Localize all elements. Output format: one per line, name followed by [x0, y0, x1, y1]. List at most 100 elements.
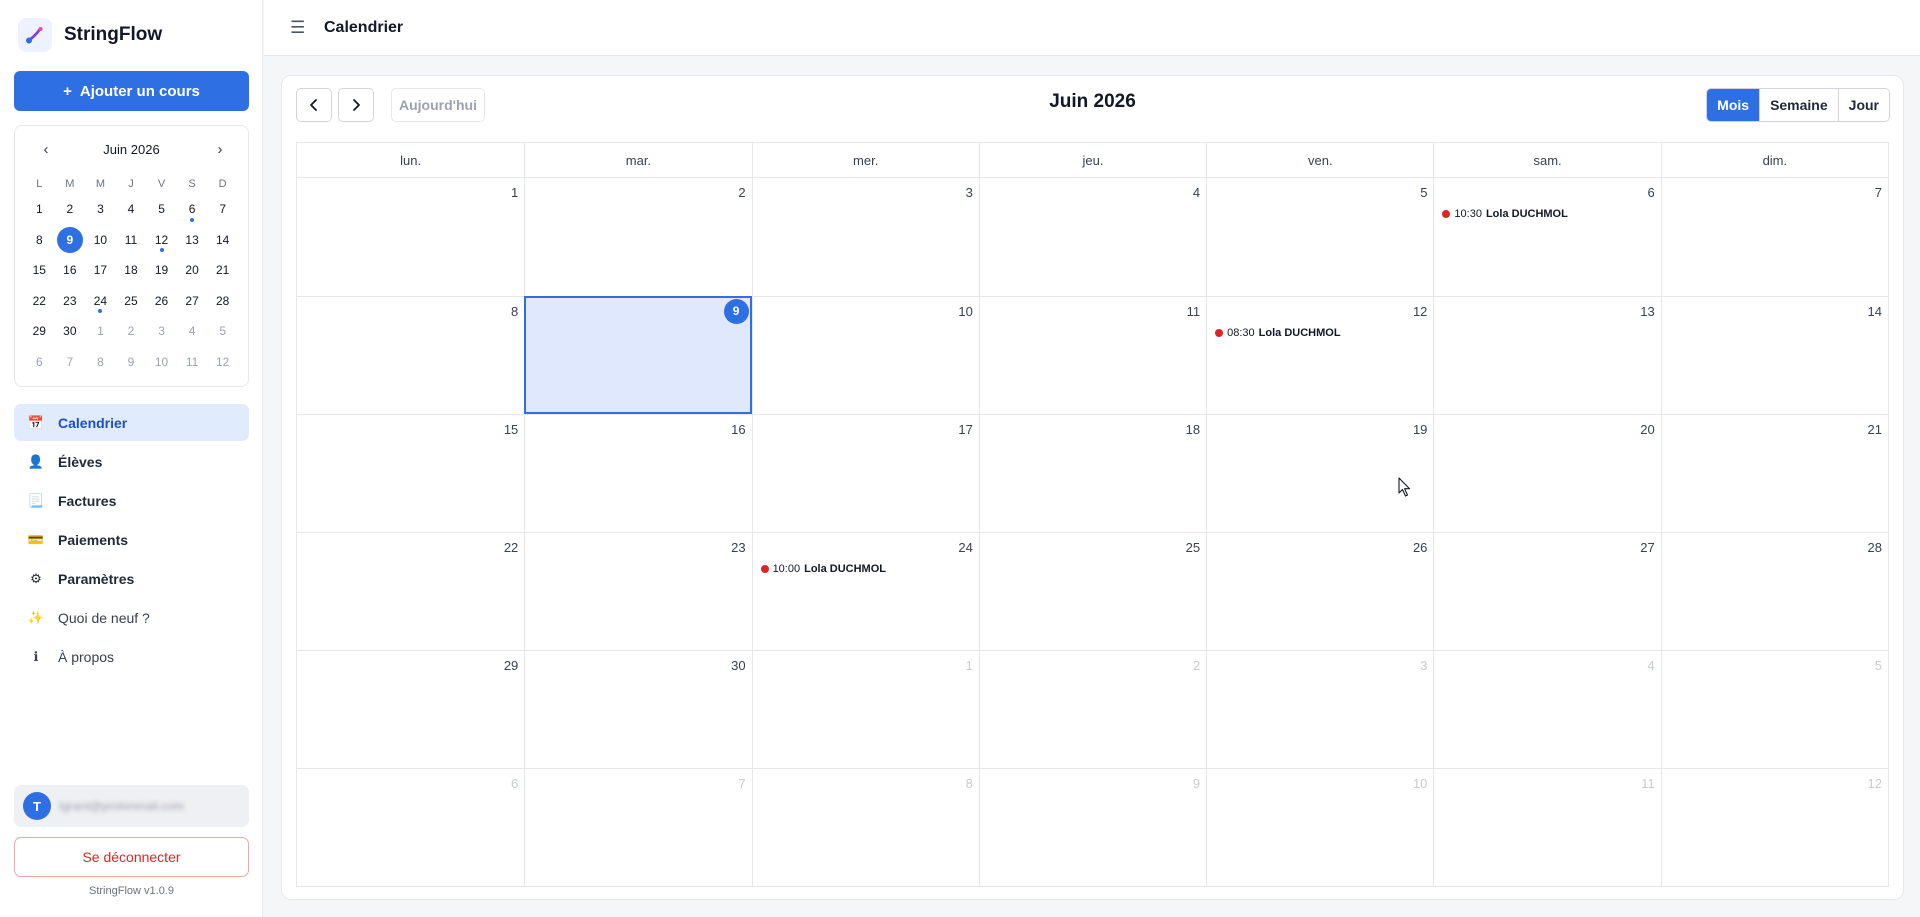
mini-day[interactable]: 17: [85, 255, 116, 286]
sidebar-item-factures[interactable]: 📃 Factures: [14, 482, 249, 519]
mini-day[interactable]: 11: [116, 225, 147, 256]
day-cell[interactable]: 24 10:00 Lola DUCHMOL: [751, 532, 979, 650]
mini-day[interactable]: 1: [85, 316, 116, 347]
day-cell[interactable]: 11: [978, 296, 1207, 414]
calendar-event[interactable]: 10:00 Lola DUCHMOL: [760, 563, 886, 575]
view-mois-button[interactable]: Mois: [1707, 89, 1760, 121]
day-cell[interactable]: 3: [1206, 650, 1434, 768]
prev-month-button[interactable]: [296, 88, 332, 122]
day-cell[interactable]: 18: [978, 414, 1207, 532]
mini-day[interactable]: 24: [85, 286, 116, 317]
day-cell[interactable]: 6: [297, 768, 525, 886]
day-cell[interactable]: 27: [1433, 532, 1661, 650]
mini-day[interactable]: 16: [55, 255, 86, 286]
mini-day[interactable]: 5: [207, 316, 238, 347]
mini-day[interactable]: 26: [146, 286, 177, 317]
day-cell[interactable]: 20: [1433, 414, 1661, 532]
mini-day[interactable]: 11: [177, 347, 208, 378]
day-cell[interactable]: 12: [1660, 768, 1888, 886]
add-lesson-button[interactable]: + Ajouter un cours: [14, 71, 249, 111]
day-cell-today[interactable]: 9: [524, 296, 752, 414]
mini-day[interactable]: 19: [146, 255, 177, 286]
sidebar-item-parametres[interactable]: ⚙ Paramètres: [14, 560, 249, 597]
mini-day[interactable]: 27: [177, 286, 208, 317]
mini-day[interactable]: 2: [55, 194, 86, 225]
day-cell[interactable]: 9: [978, 768, 1207, 886]
mini-day[interactable]: 8: [85, 347, 116, 378]
day-cell[interactable]: 7: [1660, 178, 1888, 296]
mini-day[interactable]: 7: [55, 347, 86, 378]
day-cell[interactable]: 30: [524, 650, 752, 768]
next-month-button[interactable]: [338, 88, 374, 122]
day-cell[interactable]: 15: [297, 414, 525, 532]
logout-button[interactable]: Se déconnecter: [14, 837, 249, 877]
mini-day[interactable]: 20: [177, 255, 208, 286]
day-cell[interactable]: 6 10:30 Lola DUCHMOL: [1433, 178, 1660, 296]
mini-day[interactable]: 8: [24, 225, 55, 256]
day-cell[interactable]: 3: [751, 178, 979, 296]
mini-calendar-next-icon[interactable]: ›: [210, 140, 230, 160]
mini-day[interactable]: 4: [177, 316, 208, 347]
day-cell[interactable]: 2: [978, 650, 1207, 768]
day-cell[interactable]: 25: [978, 532, 1207, 650]
calendar-event[interactable]: 08:30 Lola DUCHMOL: [1215, 327, 1341, 339]
mini-day[interactable]: 15: [24, 255, 55, 286]
mini-calendar-prev-icon[interactable]: ‹: [36, 140, 56, 160]
day-cell[interactable]: 28: [1660, 532, 1888, 650]
menu-icon[interactable]: ☰: [290, 18, 305, 38]
day-cell[interactable]: 2: [524, 178, 751, 296]
mini-day[interactable]: 30: [55, 316, 86, 347]
day-cell[interactable]: 4: [1433, 650, 1661, 768]
day-cell[interactable]: 8: [297, 296, 525, 414]
mini-day[interactable]: 1: [24, 194, 55, 225]
mini-day[interactable]: 22: [24, 286, 55, 317]
day-cell[interactable]: 19: [1206, 414, 1434, 532]
mini-day[interactable]: 6: [177, 194, 208, 225]
mini-day[interactable]: 6: [24, 347, 55, 378]
user-account[interactable]: T tgrant@protonmail.com: [14, 785, 249, 827]
view-jour-button[interactable]: Jour: [1837, 89, 1889, 121]
mini-day[interactable]: 2: [116, 316, 147, 347]
mini-day[interactable]: 29: [24, 316, 55, 347]
sidebar-item-eleves[interactable]: 👤 Élèves: [14, 443, 249, 480]
mini-day[interactable]: 10: [85, 225, 116, 256]
mini-day[interactable]: 14: [207, 225, 238, 256]
mini-day[interactable]: 4: [116, 194, 147, 225]
sidebar-item-calendrier[interactable]: 📅 Calendrier: [14, 404, 249, 441]
day-cell[interactable]: 5: [1206, 178, 1433, 296]
day-cell[interactable]: 26: [1206, 532, 1434, 650]
mini-day[interactable]: 12: [146, 225, 177, 256]
sidebar-item-a-propos[interactable]: ℹ À propos: [14, 638, 249, 675]
view-semaine-button[interactable]: Semaine: [1759, 89, 1838, 121]
day-cell[interactable]: 14: [1660, 296, 1888, 414]
day-cell[interactable]: 11: [1433, 768, 1661, 886]
day-cell[interactable]: 1: [297, 178, 524, 296]
mini-day-today[interactable]: 9: [55, 225, 86, 256]
day-cell[interactable]: 10: [1206, 768, 1434, 886]
mini-day[interactable]: 3: [85, 194, 116, 225]
mini-day[interactable]: 9: [116, 347, 147, 378]
sidebar-item-quoi-de-neuf[interactable]: ✨ Quoi de neuf ?: [14, 599, 249, 636]
mini-day[interactable]: 3: [146, 316, 177, 347]
mini-day[interactable]: 28: [207, 286, 238, 317]
today-button[interactable]: Aujourd'hui: [391, 88, 485, 122]
day-cell[interactable]: 7: [524, 768, 752, 886]
day-cell[interactable]: 10: [751, 296, 979, 414]
day-cell[interactable]: 21: [1660, 414, 1888, 532]
day-cell[interactable]: 16: [524, 414, 752, 532]
mini-day[interactable]: 21: [207, 255, 238, 286]
mini-day[interactable]: 18: [116, 255, 147, 286]
day-cell[interactable]: 12 08:30 Lola DUCHMOL: [1206, 296, 1434, 414]
mini-day[interactable]: 10: [146, 347, 177, 378]
brand[interactable]: StringFlow: [18, 18, 162, 52]
mini-day[interactable]: 23: [55, 286, 86, 317]
day-cell[interactable]: 17: [751, 414, 979, 532]
sidebar-item-paiements[interactable]: 💳 Paiements: [14, 521, 249, 558]
day-cell[interactable]: 1: [751, 650, 979, 768]
day-cell[interactable]: 22: [297, 532, 525, 650]
day-cell[interactable]: 8: [751, 768, 979, 886]
day-cell[interactable]: 5: [1660, 650, 1888, 768]
calendar-event[interactable]: 10:30 Lola DUCHMOL: [1442, 208, 1568, 220]
mini-day[interactable]: 25: [116, 286, 147, 317]
mini-day[interactable]: 5: [146, 194, 177, 225]
